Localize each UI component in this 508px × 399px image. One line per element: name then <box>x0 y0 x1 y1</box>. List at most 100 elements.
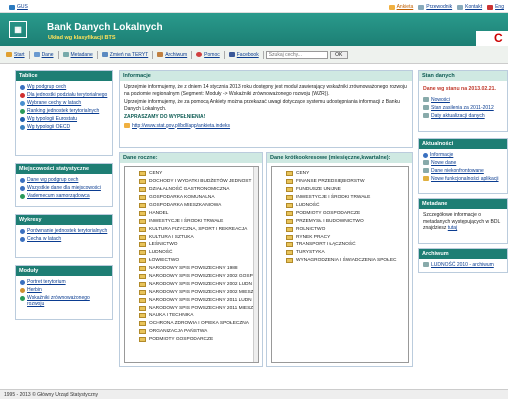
folder-icon <box>286 203 293 208</box>
list-item[interactable]: DZIAŁALNOŚĆ GASTRONOMICZNA <box>125 186 258 194</box>
list-item[interactable]: NARODOWY SPIS POWSZECHNY 2011 MIESZ <box>125 304 258 312</box>
list-item[interactable]: ŁOWIECTWO <box>125 257 258 265</box>
list-item[interactable]: HANDEL <box>125 209 258 217</box>
bdl-logo-icon[interactable]: ▦ <box>9 21 27 38</box>
list-item[interactable]: CENY <box>272 170 408 178</box>
english-link[interactable]: Eng <box>487 4 504 10</box>
list-item[interactable]: PODMIOTY GOSPODARCZE <box>272 209 408 217</box>
switch-icon <box>101 52 108 57</box>
list-item[interactable]: NARODOWY SPIS POWSZECHNY 2002 MIESZ <box>125 288 258 296</box>
data-icon <box>33 52 40 57</box>
miejscowosci-item-vademecum[interactable]: Vademecum samorządowca <box>20 193 108 199</box>
archive-icon <box>157 52 164 57</box>
toolbar-divider <box>152 50 154 59</box>
list-item[interactable]: KULTURA FIZYCZNA, SPORT I REKREACJA <box>125 225 258 233</box>
folder-icon <box>139 329 146 335</box>
list-item[interactable]: NARODOWY SPIS POWSZECHNY 1988 <box>125 265 258 273</box>
survey-url-link[interactable]: http://www.stat.gov.pl/bdl/app/ankieta.i… <box>132 123 230 130</box>
tablice-item-oecd[interactable]: Wg typologii OECD <box>20 124 108 130</box>
list-item[interactable]: OCHRONA ZDROWIA I OPIEKA SPOŁECZNA <box>125 320 258 328</box>
toolbar-archiwum[interactable]: Archiwum <box>155 52 189 58</box>
dane-roczne-scrollbar[interactable] <box>253 167 258 362</box>
stan-item-daty[interactable]: Daty aktualizacji danych <box>423 113 503 119</box>
list-item[interactable]: GOSPODARKA KOMUNALNA <box>125 194 258 202</box>
miejscowosci-item-podgrupy[interactable]: Dane wg podgrup cech <box>20 177 108 183</box>
list-item[interactable]: CENY <box>125 170 258 178</box>
list-item[interactable]: PODMIOTY GOSPODARCZE <box>125 336 258 344</box>
aktualnosci-item-niekonfrontowane[interactable]: Dane niekonfrontowane <box>423 168 503 174</box>
tablice-item-cechy[interactable]: Wybrane cechy w latach <box>20 100 108 106</box>
list-item[interactable]: NAUKA I TECHNIKA <box>125 312 258 320</box>
tablice-item-eurostat[interactable]: Wg typologii Eurostatu <box>20 116 108 122</box>
list-item-label: FINANSE PRZEDSIĘBIORSTW <box>296 179 365 185</box>
list-item[interactable]: ORGANIZACJA PAŃSTWA <box>125 328 258 336</box>
search-ok-button[interactable]: OK <box>329 50 348 59</box>
miejscowosci-item-wszystkie[interactable]: Wszystkie dane dla miejscowości <box>20 185 108 191</box>
envelope-icon <box>124 123 130 129</box>
help-icon <box>196 52 203 57</box>
aktualnosci-item-informacje[interactable]: Informacje <box>423 152 503 158</box>
tablice-item-jednostka[interactable]: Dla jednostki podziału terytorialnego <box>20 92 108 98</box>
list-item[interactable]: GOSPODARKA MIESZKANIOWA <box>125 202 258 210</box>
metadane-link[interactable]: tutaj <box>448 225 457 231</box>
archiwum-item-ludnosc[interactable]: LUDNOŚĆ 2010 - archiwum <box>423 262 503 268</box>
stan-item-nowosci[interactable]: Nowości <box>423 97 503 103</box>
folder-icon <box>139 281 146 287</box>
stan-item-zasilenie[interactable]: Stan zasilenia za 2011-2012 <box>423 105 503 111</box>
aktualnosci-item-funkcjonalnosci[interactable]: Nowe funkcjonalności aplikacji <box>423 176 503 182</box>
metadane-title: Metadane <box>419 199 507 209</box>
list-item-label: TURYSTYKA <box>296 250 325 256</box>
folder-icon <box>139 203 146 208</box>
survey-link[interactable]: Ankieta <box>388 4 413 10</box>
moduly-item-portret[interactable]: Portret terytorium <box>20 279 108 285</box>
dane-roczne-list[interactable]: CENY DOCHODY I WYDATKI BUDŻETÓW JEDNOST DZ… <box>124 166 259 363</box>
list-item[interactable]: NARODOWY SPIS POWSZECHNY 2002 GOSP <box>125 273 258 281</box>
app-title: Bank Danych Lokalnych <box>47 22 163 33</box>
list-item[interactable]: NARODOWY SPIS POWSZECHNY 2011 LUDN <box>125 296 258 304</box>
list-item[interactable]: TURYSTYKA <box>272 249 408 257</box>
wykresy-item-cecha[interactable]: Cecha w latach <box>20 236 108 242</box>
moduly-item-herbin[interactable]: Herbin <box>20 287 108 293</box>
folder-icon <box>286 179 293 185</box>
list-item[interactable]: DOCHODY I WYDATKI BUDŻETÓW JEDNOST <box>125 178 258 186</box>
search-input[interactable] <box>265 50 328 59</box>
dane-krotkookresowe-list[interactable]: CENY FINANSE PRZEDSIĘBIORSTW FUNDUSZE UNIJ… <box>271 166 409 363</box>
list-item[interactable]: KULTURA I SZTUKA <box>125 233 258 241</box>
list-item[interactable]: FINANSE PRZEDSIĘBIORSTW <box>272 178 408 186</box>
list-item[interactable]: NARODOWY SPIS POWSZECHNY 2002 LUDN <box>125 280 258 288</box>
aktualnosci-item-nowe-dane[interactable]: Nowe dane <box>423 160 503 166</box>
folder-icon <box>286 195 293 201</box>
chart-icon <box>20 177 25 183</box>
toolbar-start[interactable]: Start <box>4 52 27 58</box>
list-item[interactable]: LUDNOŚĆ <box>125 249 258 257</box>
list-item[interactable]: INWESTYCJE I ŚRODKI TRWAŁE <box>272 194 408 202</box>
folder-icon <box>139 274 146 280</box>
list-item[interactable]: TRANSPORT I ŁĄCZNOŚĆ <box>272 241 408 249</box>
list-item-label: LUDNOŚĆ <box>296 203 320 208</box>
wykresy-item-porownanie[interactable]: Porównanie jednostek terytorialnych <box>20 228 108 234</box>
folder-icon <box>139 242 146 248</box>
moduly-item-wzr[interactable]: Wskaźniki zrównoważonego rozwoju <box>20 295 108 307</box>
toolbar-dane[interactable]: Dane <box>32 52 56 58</box>
tablice-item-podgrupy[interactable]: Wg podgrup cech <box>20 84 108 90</box>
contact-link[interactable]: Kontakt <box>457 4 482 10</box>
toolbar-teryt[interactable]: Zmień na TERYT <box>100 52 150 58</box>
toolbar-metadane[interactable]: Metadane <box>61 52 95 58</box>
list-item[interactable]: PRZEMYSŁ I BUDOWNICTWO <box>272 217 408 225</box>
guide-link[interactable]: Przewodnik <box>418 4 452 10</box>
toolbar-pomoc[interactable]: Pomoc <box>194 52 222 58</box>
crest-icon <box>20 287 25 293</box>
list-item[interactable]: RYNEK PRACY <box>272 233 408 241</box>
list-item[interactable]: FUNDUSZE UNIJNE <box>272 186 408 194</box>
list-item-label: ORGANIZACJA PAŃSTWA <box>149 329 208 335</box>
list-item[interactable]: WYNAGRODZENIA I ŚWIADCZENIA SPOŁEC <box>272 257 408 265</box>
folder-icon <box>286 242 293 248</box>
list-item[interactable]: LUDNOŚĆ <box>272 202 408 210</box>
list-item[interactable]: INWESTYCJE I ŚRODKI TRWAŁE <box>125 217 258 225</box>
gus-link[interactable]: GUS <box>9 4 28 10</box>
list-item[interactable]: ROLNICTWO <box>272 225 408 233</box>
toolbar-facebook[interactable]: Facebook <box>227 52 261 58</box>
list-item[interactable]: LEŚNICTWO <box>125 241 258 249</box>
tablice-item-ranking[interactable]: Ranking jednostek terytorialnych <box>20 108 108 114</box>
metadane-text: Szczegółowe informacje o metadanych wyst… <box>423 212 501 231</box>
